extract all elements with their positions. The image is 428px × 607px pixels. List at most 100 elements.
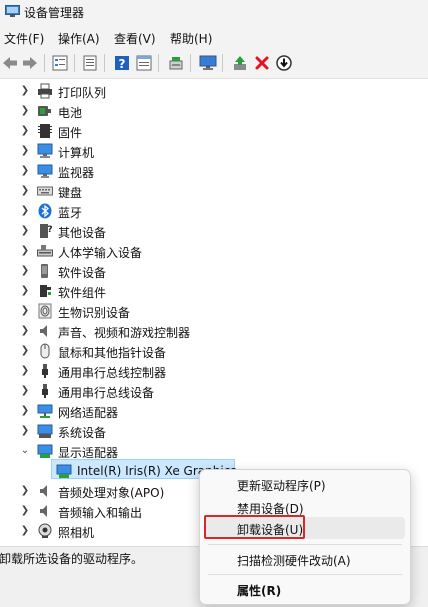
chevron-right-icon[interactable]: ❯	[20, 125, 30, 137]
chevron-right-icon[interactable]: ❯	[20, 105, 30, 117]
software-component-icon	[40, 285, 51, 297]
chevron-right-icon[interactable]: ❯	[20, 365, 30, 377]
tree-item-firmware[interactable]: ❯ 固件	[0, 121, 428, 141]
chevron-right-icon[interactable]: ❯	[20, 165, 30, 177]
properties-icon[interactable]	[80, 53, 100, 73]
tree-item-bluetooth[interactable]: ❯ 蓝牙	[0, 201, 428, 221]
chevron-right-icon[interactable]: ❯	[20, 345, 30, 357]
tree-item-usb-devices[interactable]: ❯ 通用串行总线设备	[0, 381, 428, 401]
menu-separator	[208, 574, 402, 575]
system-icon	[37, 424, 53, 438]
svg-text:?: ?	[47, 225, 52, 235]
uninstall-x-icon[interactable]	[252, 53, 272, 73]
tree-item-hid[interactable]: ❯ 人体学输入设备	[0, 241, 428, 261]
tree-item-label: 显示适配器	[58, 446, 119, 460]
chevron-right-icon[interactable]: ❯	[20, 265, 30, 277]
chevron-right-icon[interactable]: ❯	[20, 285, 30, 297]
chevron-right-icon[interactable]: ❯	[20, 205, 30, 217]
menu-separator	[208, 544, 402, 545]
keyboard-icon	[37, 186, 53, 196]
tree-item-mouse[interactable]: ❯ 鼠标和其他指针设备	[0, 341, 428, 361]
annotation-red-box	[204, 515, 305, 539]
tree-item-label: 网络适配器	[58, 406, 119, 420]
network-icon	[37, 404, 53, 418]
scan-icon[interactable]	[166, 53, 186, 73]
tree-item-label: 照相机	[58, 526, 95, 540]
tree-item-label: 音频输入和输出	[58, 506, 143, 520]
monitor-icon[interactable]	[198, 53, 218, 73]
tree-item-label: 计算机	[58, 146, 95, 160]
chevron-right-icon[interactable]: ❯	[20, 485, 30, 497]
tree-item-label: 系统设备	[58, 426, 107, 440]
chevron-right-icon[interactable]: ❯	[20, 385, 30, 397]
update-driver-icon[interactable]	[230, 53, 250, 73]
toolbar-separator	[158, 54, 159, 72]
tree-item-label: 蓝牙	[58, 206, 83, 220]
tree-item-label: 固件	[58, 126, 83, 140]
tree-item-battery[interactable]: ❯ 电池	[0, 101, 428, 121]
tree-item-system-devices[interactable]: ❯ 系统设备	[0, 421, 428, 441]
tree-item-network-adapters[interactable]: ❯ 网络适配器	[0, 401, 428, 421]
tree-item-software-components[interactable]: ❯ 软件组件	[0, 281, 428, 301]
menu-bar: 文件(F) 操作(A) 查看(V) 帮助(H)	[0, 26, 428, 48]
tree-view-icon[interactable]	[50, 53, 70, 73]
tree-item-software-devices[interactable]: ❯ 软件设备	[0, 261, 428, 281]
chevron-right-icon[interactable]: ❯	[20, 185, 30, 197]
chevron-right-icon[interactable]: ❯	[20, 525, 30, 537]
title-bar: 设备管理器	[0, 0, 428, 26]
toolbar-separator	[44, 54, 45, 72]
chevron-right-icon[interactable]: ❯	[20, 145, 30, 157]
usb-icon	[42, 364, 48, 378]
menu-file[interactable]: 文件(F)	[4, 30, 44, 47]
tree-item-label: 通用串行总线设备	[58, 386, 155, 400]
toolbar-separator	[222, 54, 223, 72]
speaker-icon	[40, 485, 47, 497]
display-adapter-icon	[56, 464, 72, 478]
chevron-right-icon[interactable]: ❯	[20, 245, 30, 257]
tree-item-label: 打印队列	[58, 86, 107, 100]
context-menu: 更新驱动程序(P) 禁用设备(D) 卸载设备(U) 扫描检测硬件改动(A) 属性…	[199, 469, 411, 605]
tree-item-sound-video-game[interactable]: ❯ 声音、视频和游戏控制器	[0, 321, 428, 341]
tree-item-biometric[interactable]: ❯ 生物识别设备	[0, 301, 428, 321]
tree-item-keyboard[interactable]: ❯ 键盘	[0, 181, 428, 201]
menu-action[interactable]: 操作(A)	[58, 30, 100, 47]
chevron-right-icon[interactable]: ❯	[20, 325, 30, 337]
tree-item-label: 其他设备	[58, 226, 107, 240]
speaker-icon	[40, 325, 47, 337]
menu-item-update-driver[interactable]: 更新驱动程序(P)	[237, 477, 326, 494]
tree-item-label: 监视器	[58, 166, 95, 180]
battery-icon	[38, 106, 51, 116]
help-icon[interactable]: ?	[112, 53, 132, 73]
chevron-down-icon[interactable]: ⌄	[20, 445, 30, 457]
tree-item-usb-controllers[interactable]: ❯ 通用串行总线控制器	[0, 361, 428, 381]
speaker-icon	[40, 505, 47, 517]
menu-view[interactable]: 查看(V)	[114, 30, 156, 47]
svg-text:?: ?	[119, 57, 126, 71]
chevron-right-icon[interactable]: ❯	[20, 225, 30, 237]
chevron-right-icon[interactable]: ❯	[20, 305, 30, 317]
forward-arrow-icon[interactable]	[20, 53, 40, 73]
unknown-device-icon: ?	[40, 224, 53, 238]
tree-item-other-devices[interactable]: ❯ ? 其他设备	[0, 221, 428, 241]
chevron-right-icon[interactable]: ❯	[20, 405, 30, 417]
bluetooth-icon	[38, 203, 52, 219]
tree-item-monitor[interactable]: ❯ 监视器	[0, 161, 428, 181]
back-arrow-icon[interactable]	[0, 53, 20, 73]
tree-item-label: 声音、视频和游戏控制器	[58, 326, 191, 340]
tree-item-computer[interactable]: ❯ 计算机	[0, 141, 428, 161]
details-view-icon[interactable]	[134, 53, 154, 73]
status-text: 卸载所选设备的驱动程序。	[0, 552, 144, 566]
chevron-right-icon[interactable]: ❯	[20, 85, 30, 97]
chevron-right-icon[interactable]: ❯	[20, 505, 30, 517]
printer-icon	[38, 83, 52, 99]
menu-help[interactable]: 帮助(H)	[170, 30, 212, 47]
menu-item-properties[interactable]: 属性(R)	[237, 582, 281, 599]
tree-item-print-queue[interactable]: ❯ 打印队列	[0, 81, 428, 101]
menu-item-scan-hardware[interactable]: 扫描检测硬件改动(A)	[237, 552, 351, 569]
chevron-right-icon[interactable]: ❯	[20, 425, 30, 437]
camera-icon	[38, 523, 52, 538]
disable-icon[interactable]	[274, 53, 294, 73]
window-title: 设备管理器	[24, 6, 85, 20]
tree-item-display-adapters[interactable]: ⌄ 显示适配器	[0, 441, 428, 461]
toolbar-separator	[74, 54, 75, 72]
